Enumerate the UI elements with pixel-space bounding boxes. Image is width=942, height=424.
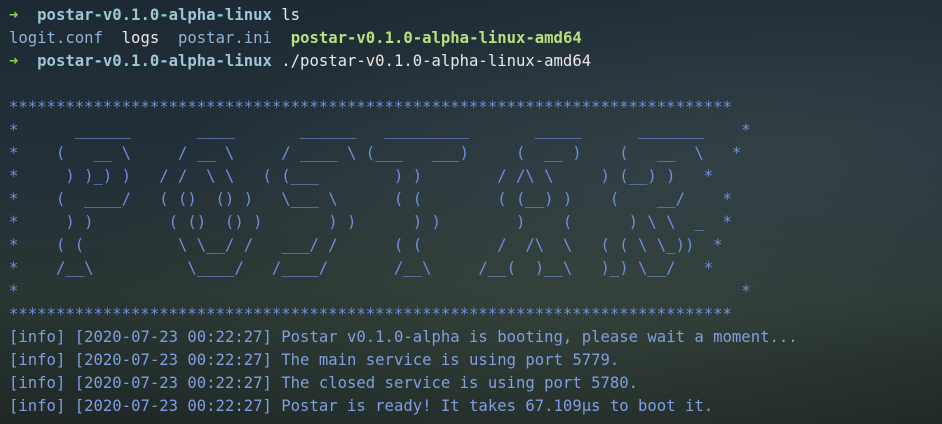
file-entry: logit.conf — [9, 29, 103, 47]
banner-line: * ( ____/ ( () () ) \___ \ ( ( ( (__) ) … — [9, 190, 732, 208]
command-line-run: ➜ postar-v0.1.0-alpha-linux ./postar-v0.… — [9, 50, 798, 73]
ascii-banner: ****************************************… — [9, 96, 798, 326]
prompt-directory: postar-v0.1.0-alpha-linux — [37, 6, 272, 24]
banner-line: * /__\ \____/ /____/ /__\ /__( )__\ )_) … — [9, 259, 714, 277]
prompt-arrow-icon: ➜ — [9, 6, 19, 24]
dir-entry: logs — [121, 29, 160, 47]
banner-line: * ( ( \ \__/ / ___/ / ( ( / /\ \ ( ( \ \… — [9, 236, 723, 254]
banner-line: * ( __ \ / __ \ / ____ \ (___ ___) ( __ … — [9, 144, 742, 162]
log-message: The closed service is using port 5780. — [281, 374, 639, 392]
log-timestamp: [2020-07-23 00:22:27] — [74, 351, 272, 369]
banner-line: * ) )_) ) / / \ \ ( (___ ) ) / /\ \ ) (_… — [9, 167, 714, 185]
banner-line: * ) ) ( () () ) ) ) ) ) ) ( ) \ \ _ * — [9, 213, 732, 231]
log-message: The main service is using port 5779. — [281, 351, 620, 369]
log-line: [info] [2020-07-23 00:22:27] Postar v0.1… — [9, 326, 798, 349]
log-level: [info] — [9, 328, 66, 346]
ls-output: logit.conf logs postar.ini postar-v0.1.0… — [9, 27, 798, 50]
log-message: Postar is ready! It takes 67.109µs to bo… — [281, 397, 714, 415]
log-line: [info] [2020-07-23 00:22:27] Postar is r… — [9, 395, 798, 418]
command-text: ls — [281, 6, 301, 24]
log-timestamp: [2020-07-23 00:22:27] — [74, 397, 272, 415]
terminal-window[interactable]: ➜ postar-v0.1.0-alpha-linux ls logit.con… — [0, 0, 942, 424]
command-line-ls: ➜ postar-v0.1.0-alpha-linux ls — [9, 4, 798, 27]
log-line: [info] [2020-07-23 00:22:27] The closed … — [9, 372, 798, 395]
log-timestamp: [2020-07-23 00:22:27] — [74, 374, 272, 392]
file-entry: postar.ini — [178, 29, 272, 47]
banner-line: * * — [9, 282, 751, 300]
log-line: [info] [2020-07-23 00:22:27] The main se… — [9, 349, 798, 372]
log-message: Postar v0.1.0-alpha is booting, please w… — [281, 328, 798, 346]
banner-line: ****************************************… — [9, 305, 732, 323]
log-timestamp: [2020-07-23 00:22:27] — [74, 328, 272, 346]
prompt-arrow-icon: ➜ — [9, 52, 19, 70]
command-text: ./postar-v0.1.0-alpha-linux-amd64 — [281, 52, 592, 70]
prompt-directory: postar-v0.1.0-alpha-linux — [37, 52, 272, 70]
banner-line: * ______ ____ ______ _________ _____ ___… — [9, 121, 751, 139]
terminal-output: ➜ postar-v0.1.0-alpha-linux ls logit.con… — [9, 4, 798, 418]
executable-entry: postar-v0.1.0-alpha-linux-amd64 — [290, 29, 582, 47]
log-level: [info] — [9, 374, 66, 392]
log-level: [info] — [9, 397, 66, 415]
banner-line: ****************************************… — [9, 98, 732, 116]
log-level: [info] — [9, 351, 66, 369]
